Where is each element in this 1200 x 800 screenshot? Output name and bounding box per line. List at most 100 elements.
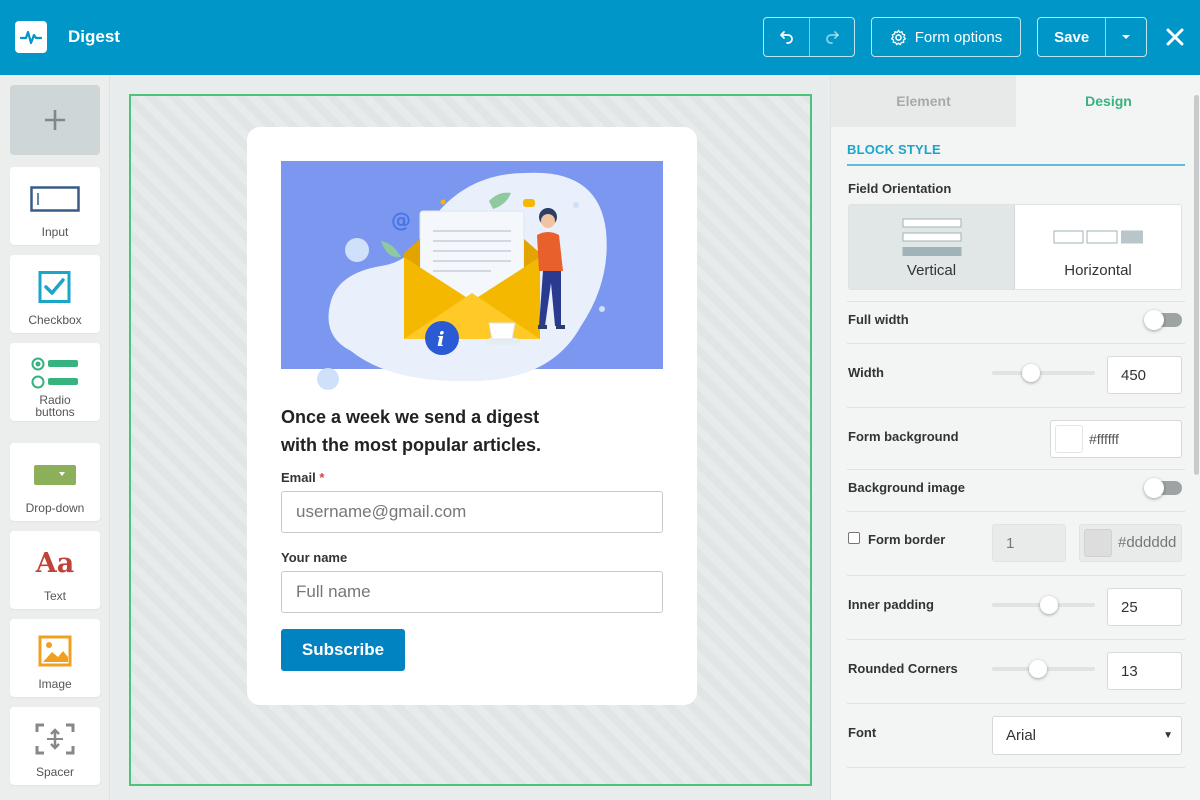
inner-padding-slider[interactable]: [992, 596, 1095, 614]
tab-design[interactable]: Design: [1016, 75, 1200, 127]
palette-item-spacer[interactable]: Spacer: [10, 707, 100, 785]
width-input[interactable]: 450: [1107, 356, 1182, 394]
properties-panel: Element Design BLOCK STYLE Field Orienta…: [830, 75, 1200, 800]
orientation-option-vertical[interactable]: Vertical: [849, 205, 1015, 289]
dropdown-icon: [10, 455, 100, 495]
chevron-down-icon: [1122, 35, 1131, 39]
vertical-layout-icon: [902, 218, 962, 256]
input-icon: [10, 179, 100, 219]
undo-button[interactable]: [764, 18, 809, 56]
palette-item-label: Radio buttons: [35, 393, 75, 419]
undo-redo-group: [763, 17, 855, 57]
divider: [847, 407, 1185, 408]
form-options-button[interactable]: Form options: [871, 17, 1021, 57]
palette-item-drop-down[interactable]: Drop-down: [10, 443, 100, 521]
background-image-label: Background image: [848, 480, 966, 495]
horizontal-layout-icon: [1053, 230, 1143, 244]
slider-thumb[interactable]: [1029, 660, 1048, 678]
top-bar: Digest Form options Save: [0, 0, 1200, 75]
email-field-label: Email *: [281, 470, 324, 485]
divider: [847, 301, 1185, 302]
spacer-icon: [10, 719, 100, 759]
panel-scrollbar[interactable]: [1192, 75, 1200, 800]
name-field[interactable]: [281, 571, 663, 613]
slider-thumb[interactable]: [1021, 364, 1040, 382]
form-border-label: Form border: [868, 532, 946, 547]
palette-item-label: Drop-down: [25, 501, 85, 515]
orientation-option-label: Vertical: [906, 262, 957, 279]
full-width-label: Full width: [848, 312, 909, 327]
section-title: BLOCK STYLE: [847, 142, 941, 157]
font-label: Font: [848, 725, 877, 740]
palette-item-radio-buttons[interactable]: Radio buttons: [10, 343, 100, 421]
inner-padding-input[interactable]: 25: [1107, 588, 1182, 626]
color-swatch: [1084, 529, 1112, 557]
divider: [847, 343, 1185, 344]
rounded-corners-label: Rounded Corners: [848, 661, 958, 676]
checkbox-icon: [10, 267, 100, 307]
form-headline-line-1: Once a week we send a digest: [281, 407, 540, 427]
divider: [847, 767, 1185, 768]
editor-canvas: @ i Once a week we send a digest with th…: [111, 75, 829, 800]
slider-thumb[interactable]: [1039, 596, 1058, 614]
email-label-text: Email: [281, 470, 316, 485]
form-options-label: Form options: [914, 28, 1003, 46]
full-width-toggle[interactable]: [1144, 310, 1182, 330]
color-swatch[interactable]: [1055, 425, 1083, 453]
form-headline[interactable]: Once a week we send a digest with the mo…: [281, 403, 663, 459]
text-icon-glyph: Aa: [35, 547, 75, 579]
palette-item-label: Text: [43, 589, 66, 603]
form-background-color-input[interactable]: #ffffff: [1050, 420, 1182, 458]
form-border-width-input: 1: [992, 524, 1066, 562]
divider: [847, 575, 1185, 576]
app-logo-icon: [15, 21, 47, 53]
scrollbar-thumb[interactable]: [1194, 95, 1199, 475]
rounded-corners-input[interactable]: 13: [1107, 652, 1182, 690]
save-button[interactable]: Save: [1038, 18, 1105, 56]
orientation-option-label: Horizontal: [1064, 262, 1132, 279]
chevron-down-icon: ▼: [1163, 730, 1173, 741]
tab-element[interactable]: Element: [831, 75, 1016, 127]
form-background-label: Form background: [848, 429, 959, 444]
save-button-group: Save: [1037, 17, 1147, 57]
form-border-color-input: #dddddd: [1079, 524, 1182, 562]
inner-padding-label: Inner padding: [848, 597, 934, 612]
palette-item-input[interactable]: Input: [10, 167, 100, 245]
divider: [847, 469, 1185, 470]
palette-item-label: Spacer: [35, 765, 75, 779]
palette-item-image[interactable]: Image: [10, 619, 100, 697]
email-field[interactable]: [281, 491, 663, 533]
text-icon: Aa: [10, 543, 100, 583]
close-button[interactable]: [1160, 22, 1190, 52]
palette-item-label: Input: [41, 225, 69, 239]
plus-icon: [45, 110, 65, 130]
divider: [847, 639, 1185, 640]
toggle-knob: [1144, 478, 1164, 498]
save-options-dropdown[interactable]: [1105, 18, 1146, 56]
rounded-corners-slider[interactable]: [992, 660, 1095, 678]
width-slider[interactable]: [992, 364, 1095, 382]
palette-item-text[interactable]: Aa Text: [10, 531, 100, 609]
font-select[interactable]: Arial ▼: [992, 716, 1182, 755]
redo-icon: [826, 31, 839, 44]
color-hex: #ffffff: [1089, 431, 1119, 447]
required-mark: *: [319, 470, 325, 485]
palette-item-label: Image: [38, 677, 72, 691]
background-image-toggle[interactable]: [1144, 478, 1182, 498]
color-hex: #dddddd: [1118, 534, 1177, 551]
form-border-checkbox[interactable]: [848, 532, 860, 544]
divider: [847, 703, 1185, 704]
form-preview-card[interactable]: @ i Once a week we send a digest with th…: [247, 127, 697, 705]
name-field-label: Your name: [281, 550, 348, 565]
add-element-button[interactable]: [10, 85, 100, 155]
section-divider: [847, 164, 1185, 166]
newsletter-hero-image[interactable]: @ i: [281, 161, 663, 391]
radio-buttons-icon: [10, 353, 100, 393]
orientation-option-horizontal[interactable]: Horizontal: [1015, 205, 1181, 289]
subscribe-button[interactable]: Subscribe: [281, 629, 405, 671]
palette-item-checkbox[interactable]: Checkbox: [10, 255, 100, 333]
form-drop-zone[interactable]: @ i Once a week we send a digest with th…: [129, 94, 812, 786]
divider: [847, 511, 1185, 512]
app-title: Digest: [68, 27, 120, 46]
redo-button[interactable]: [809, 18, 854, 56]
